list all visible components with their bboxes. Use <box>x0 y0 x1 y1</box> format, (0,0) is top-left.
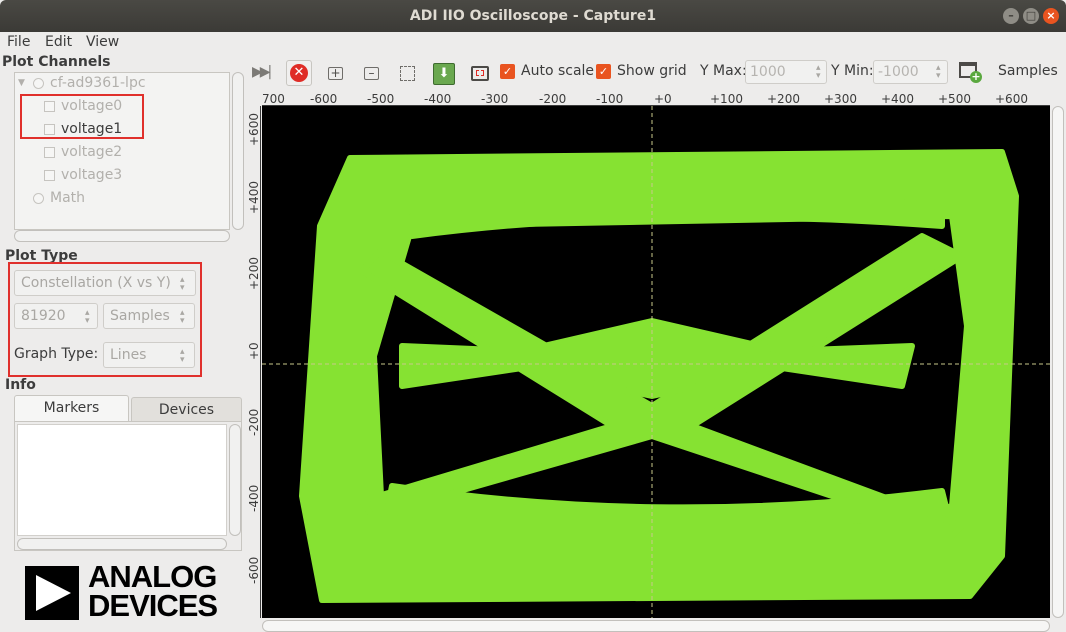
math-label: Math <box>50 190 86 206</box>
x-tick-label: +400 <box>881 92 914 106</box>
step-forward-icon[interactable]: ▶▶| <box>252 64 272 80</box>
x-tick-label: +100 <box>710 92 743 106</box>
y-tick-label: -200 <box>247 408 261 436</box>
menubar: File Edit View <box>0 32 1066 54</box>
constellation-plot[interactable] <box>262 106 1050 618</box>
fullscreen-button[interactable] <box>466 60 492 86</box>
sample-unit-arrows-icon: ▴ ▾ <box>180 308 185 326</box>
y-tick-label: +600 <box>247 113 261 146</box>
x-tick-label: +500 <box>938 92 971 106</box>
constellation-trace <box>262 106 1050 618</box>
tab-devices[interactable]: Devices <box>131 397 242 421</box>
graph-type-value: Lines <box>110 347 147 363</box>
channels-highlight-box <box>20 94 144 139</box>
voltage2-checkbox[interactable] <box>44 147 55 158</box>
logo-text: ANALOG DEVICES <box>88 559 218 623</box>
plot-channels-title: Plot Channels <box>2 54 111 70</box>
ymax-label: Y Max: <box>700 63 747 79</box>
graph-type-label: Graph Type: <box>14 346 99 362</box>
x-axis-ruler: 700 -600 -500 -400 -300 -200 -100 +0 +10… <box>262 92 1050 106</box>
x-tick-label: -600 <box>310 92 338 106</box>
save-icon: ⬇ <box>433 63 455 85</box>
menu-file[interactable]: File <box>7 34 30 50</box>
plot-vscroll[interactable] <box>1052 106 1064 618</box>
maximize-icon[interactable]: □ <box>1023 8 1039 24</box>
x-tick-label: -100 <box>596 92 624 106</box>
tab-markers[interactable]: Markers <box>14 395 129 421</box>
autoscale-checkbox[interactable]: ✓ <box>500 64 515 79</box>
zoom-out-button[interactable]: – <box>358 60 384 86</box>
sample-unit-value: Samples <box>110 308 170 324</box>
analog-devices-logo <box>25 566 79 620</box>
channels-vscroll[interactable] <box>232 72 244 230</box>
voltage3-checkbox[interactable] <box>44 170 55 181</box>
device-name: cf-ad9361-lpc <box>50 75 146 91</box>
voltage3-label: voltage3 <box>61 167 123 183</box>
device-radio[interactable] <box>33 78 44 89</box>
y-tick-label: -600 <box>247 556 261 584</box>
fullscreen-icon <box>471 66 489 81</box>
y-tick-label: +200 <box>247 257 261 290</box>
voltage2-label: voltage2 <box>61 144 123 160</box>
logo-text-line1: ANALOG <box>88 559 217 594</box>
x-tick-label: -200 <box>539 92 567 106</box>
markers-hscroll[interactable] <box>17 538 227 550</box>
samples-label: Samples <box>998 63 1058 79</box>
minimize-icon[interactable]: – <box>1003 8 1019 24</box>
zoom-fit-icon <box>400 66 415 81</box>
sample-count-value: 81920 <box>21 308 66 324</box>
x-tick-label: +0 <box>654 92 672 106</box>
math-radio[interactable] <box>33 193 44 204</box>
x-tick-label: 700 <box>262 92 285 106</box>
ymax-stepper-icon[interactable]: ▴ ▾ <box>816 64 821 81</box>
y-tick-label: +400 <box>247 181 261 214</box>
showgrid-label: Show grid <box>617 63 687 79</box>
zoom-out-icon: – <box>364 67 379 80</box>
x-tick-label: -400 <box>424 92 452 106</box>
x-tick-label: +300 <box>824 92 857 106</box>
x-tick-label: +200 <box>767 92 800 106</box>
logo-text-line2: DEVICES <box>88 588 218 623</box>
y-tick-label: -400 <box>247 484 261 512</box>
window-titlebar: ADI IIO Oscilloscope - Capture1 <box>0 0 1066 32</box>
channels-hscroll[interactable] <box>14 230 230 242</box>
ymin-value: -1000 <box>878 64 919 80</box>
plot-type-select[interactable]: Constellation (X vs Y) <box>14 270 196 296</box>
logo-triangle-icon <box>36 575 71 611</box>
x-tick-label: +600 <box>995 92 1028 106</box>
x-tick-label: -300 <box>481 92 509 106</box>
stop-button[interactable]: ✕ <box>286 60 312 86</box>
x-tick-label: -500 <box>367 92 395 106</box>
sample-count-stepper-icon[interactable]: ▴ ▾ <box>85 309 90 326</box>
close-window-icon[interactable]: × <box>1043 8 1059 24</box>
ymax-input[interactable]: 1000 <box>745 60 827 84</box>
showgrid-checkbox[interactable]: ✓ <box>596 64 611 79</box>
info-title: Info <box>5 377 36 393</box>
menu-edit[interactable]: Edit <box>45 34 72 50</box>
ymin-stepper-icon[interactable]: ▴ ▾ <box>936 64 941 81</box>
window-title: ADI IIO Oscilloscope - Capture1 <box>409 8 657 24</box>
plot-type-arrows-icon: ▴ ▾ <box>180 275 185 293</box>
markers-textarea[interactable] <box>17 424 227 536</box>
save-capture-button[interactable]: ⬇ <box>430 60 456 86</box>
tab-markers-label: Markers <box>43 400 100 416</box>
y-axis-ruler: +600 +400 +200 +0 -200 -400 -600 <box>247 106 261 618</box>
menu-view[interactable]: View <box>86 34 119 50</box>
zoom-in-icon: + <box>328 67 343 80</box>
y-tick-label: +0 <box>247 342 261 360</box>
plot-type-value: Constellation (X vs Y) <box>21 275 171 291</box>
add-plot-button[interactable]: + <box>957 60 983 84</box>
zoom-in-button[interactable]: + <box>322 60 348 86</box>
zoom-fit-button[interactable] <box>394 60 420 86</box>
plot-hscroll[interactable] <box>262 620 1050 632</box>
expander-icon[interactable]: ▼ <box>18 78 25 88</box>
markers-vscroll[interactable] <box>229 424 241 536</box>
ymax-value: 1000 <box>750 64 786 80</box>
stop-icon: ✕ <box>290 64 308 82</box>
add-icon: + <box>970 70 982 83</box>
ymin-label: Y Min: <box>831 63 874 79</box>
tab-devices-label: Devices <box>158 402 215 418</box>
autoscale-label: Auto scale <box>521 63 595 79</box>
graph-type-arrows-icon: ▴ ▾ <box>180 347 185 365</box>
